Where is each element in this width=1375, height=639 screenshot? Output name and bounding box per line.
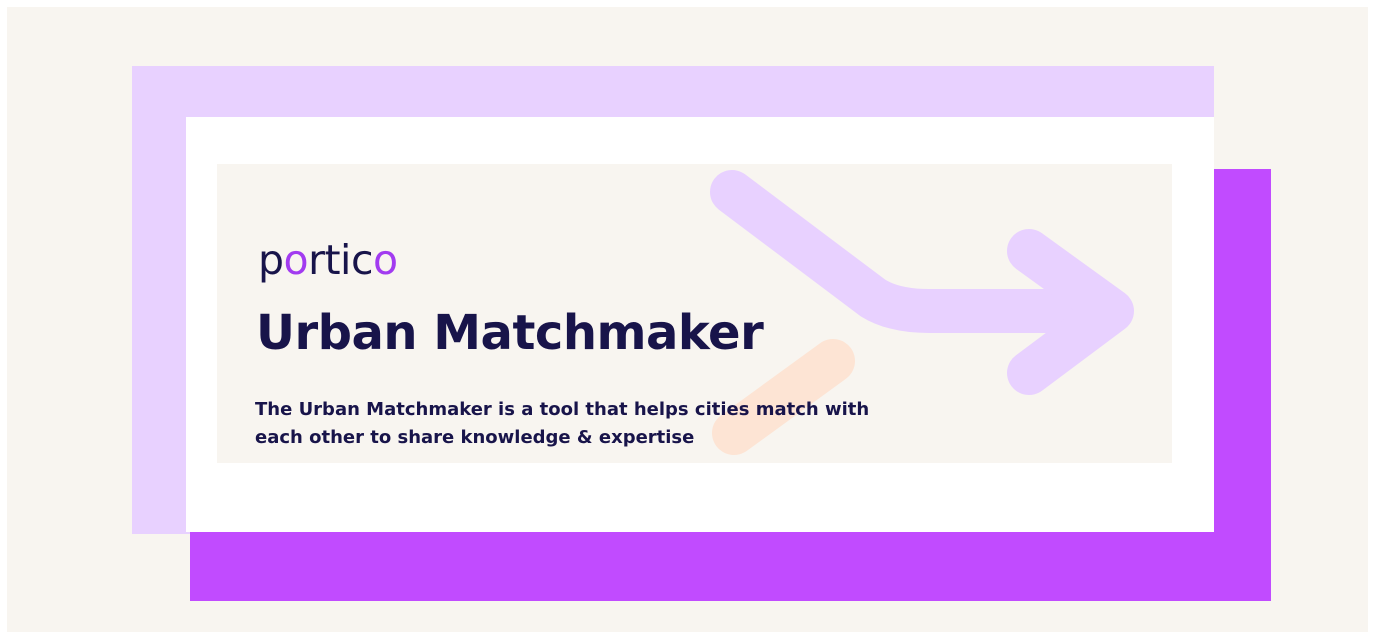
logo-accent-o-end: o xyxy=(373,236,398,284)
logo-accent-o: o xyxy=(283,236,309,284)
page-title: Urban Matchmaker xyxy=(256,305,764,361)
logo-part-p: p xyxy=(258,236,284,284)
hero-banner: portico Urban Matchmaker The Urban Match… xyxy=(217,164,1172,463)
logo-part-rtic: rtic xyxy=(308,236,373,284)
hero-description: The Urban Matchmaker is a tool that help… xyxy=(255,399,870,448)
bent-arrow-right-icon xyxy=(710,170,1134,395)
portico-logo: portico xyxy=(258,240,398,281)
